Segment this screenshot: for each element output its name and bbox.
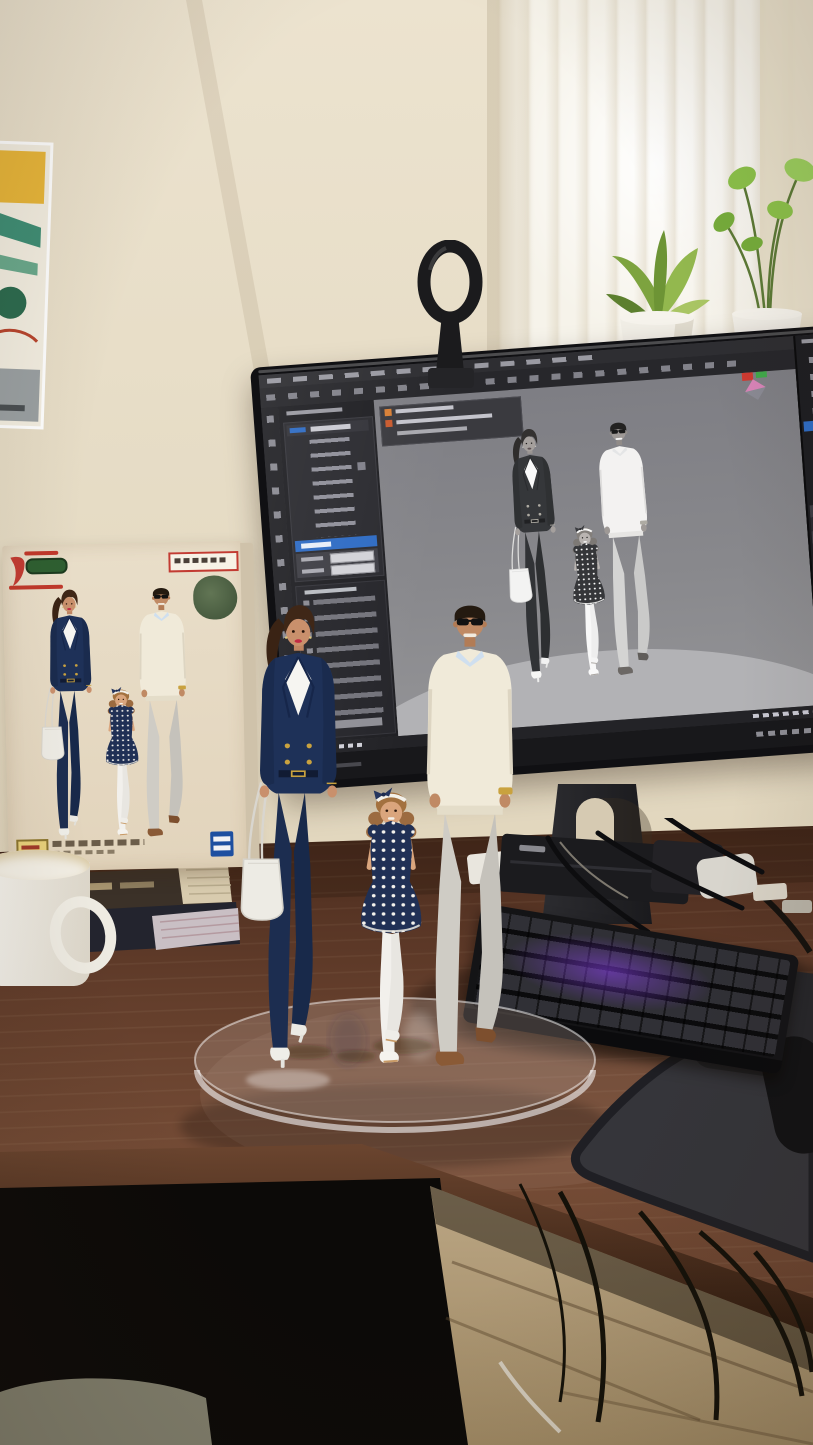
depicted-input-field bbox=[331, 562, 376, 575]
depicted-3d-gizmo bbox=[741, 369, 784, 410]
ring-holder bbox=[402, 240, 500, 400]
photo-stage bbox=[0, 0, 813, 1445]
figurine-family bbox=[213, 592, 541, 1078]
gizmo-pink-icon bbox=[745, 379, 766, 400]
mug bbox=[0, 862, 90, 986]
box-artwork bbox=[23, 580, 204, 846]
wall-poster bbox=[0, 142, 52, 428]
box-warning-label bbox=[168, 551, 238, 572]
depicted-properties-panel bbox=[283, 416, 384, 582]
layer-thumb-icon bbox=[384, 409, 391, 416]
depicted-selected-item bbox=[803, 419, 813, 431]
layer-thumb-icon bbox=[385, 420, 392, 427]
